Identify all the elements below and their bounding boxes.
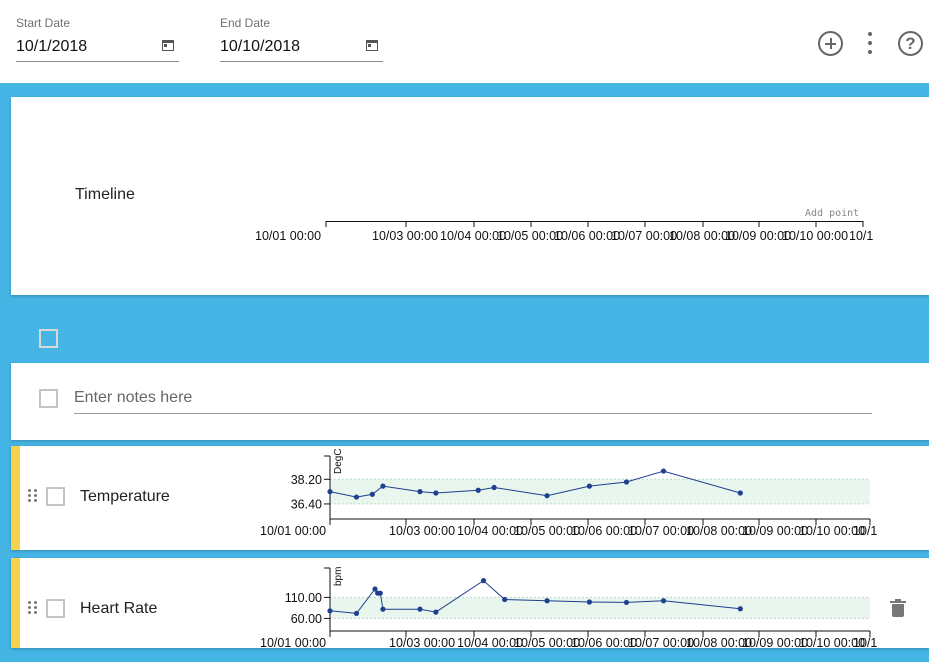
data-point — [491, 484, 497, 491]
toolbar: Start Date 10/1/2018 End Date 10/10/2018… — [0, 0, 929, 83]
start-date-underline — [16, 61, 179, 62]
data-point — [353, 494, 360, 500]
data-point — [623, 599, 630, 606]
notes-checkbox[interactable] — [39, 389, 58, 408]
more-vert-icon[interactable] — [868, 32, 873, 55]
add-circle-icon[interactable] — [818, 31, 843, 56]
data-point — [623, 479, 630, 485]
end-date-underline — [220, 61, 383, 62]
y-axis-label: DegC — [333, 448, 344, 474]
end-date-label: End Date — [220, 16, 271, 30]
data-point — [417, 489, 423, 495]
data-point — [377, 590, 383, 596]
timeline-tick: 10/1 — [849, 229, 874, 243]
timeline-tick: 10/10 00:00 — [782, 229, 849, 243]
data-point — [353, 610, 360, 616]
data-point — [502, 596, 508, 603]
data-point — [737, 606, 743, 612]
y-axis-label: bpm — [333, 567, 344, 586]
data-point — [660, 468, 667, 474]
data-point — [433, 609, 439, 615]
help-circle-icon[interactable]: ? — [898, 31, 923, 56]
select-all-checkbox[interactable] — [39, 329, 58, 348]
x-tick-label: 10/01 00:00 — [260, 636, 326, 650]
data-point — [417, 606, 423, 612]
calendar-icon[interactable] — [366, 40, 378, 51]
x-tick-label: 10/01 00:00 — [260, 524, 326, 538]
notes-card — [11, 363, 929, 440]
timeline-axis — [325, 221, 864, 227]
heart-rate-card: Heart Rate 110.00 60.00 bpm 10/01 00:00 10/0… — [11, 558, 929, 650]
data-point — [327, 608, 333, 614]
data-point — [660, 598, 667, 604]
normal-range-band — [330, 597, 870, 619]
trash-icon[interactable] — [890, 599, 906, 617]
x-tick-label: 10/07 00:00 — [628, 524, 694, 538]
data-point — [380, 483, 386, 489]
data-point — [433, 490, 439, 496]
data-point — [327, 489, 333, 495]
data-point — [544, 598, 550, 604]
calendar-icon[interactable] — [162, 40, 174, 51]
data-point — [369, 491, 375, 497]
data-point — [737, 490, 743, 496]
start-date-value[interactable]: 10/1/2018 — [16, 38, 87, 56]
x-tick-label: 10/03 00:00 — [389, 524, 455, 538]
end-date-value[interactable]: 10/10/2018 — [220, 38, 300, 56]
start-date-label: Start Date — [16, 16, 71, 30]
y-tick-label: 38.20 — [291, 473, 322, 487]
data-point — [480, 578, 487, 584]
notes-input[interactable] — [74, 387, 872, 414]
data-point — [586, 483, 593, 489]
data-point — [544, 493, 550, 499]
y-tick-label: 36.40 — [291, 497, 322, 511]
x-tick-label: 10/1 — [853, 524, 877, 538]
timeline-tick: 10/07 00:00 — [611, 229, 678, 243]
y-tick-label: 110.00 — [285, 591, 322, 605]
timeline-tick: 10/01 00:00 — [255, 229, 322, 243]
timeline-card: Timeline Add point 10/01 00:00 10/03 00:… — [11, 97, 929, 295]
temperature-chart: 38.20 36.40 DegC 10/01 00:00 10/03 00:00 10/0… — [260, 448, 877, 538]
heart-rate-chart: 110.00 60.00 bpm 10/01 00:00 10/03 00:00 10/0… — [260, 567, 877, 650]
x-tick-label: 10/07 00:00 — [628, 636, 694, 650]
data-point — [586, 599, 593, 605]
x-tick-label: 10/03 00:00 — [389, 636, 455, 650]
data-point — [475, 487, 481, 493]
x-tick-label: 10/1 — [853, 636, 877, 650]
temperature-card: Temperature 38.20 36.40 DegC 10/01 00:00 10/… — [11, 446, 929, 550]
y-tick-label: 60.00 — [291, 612, 322, 626]
normal-range-band — [330, 479, 870, 504]
data-point — [380, 606, 386, 612]
timeline-tick: 10/03 00:00 — [372, 229, 439, 243]
